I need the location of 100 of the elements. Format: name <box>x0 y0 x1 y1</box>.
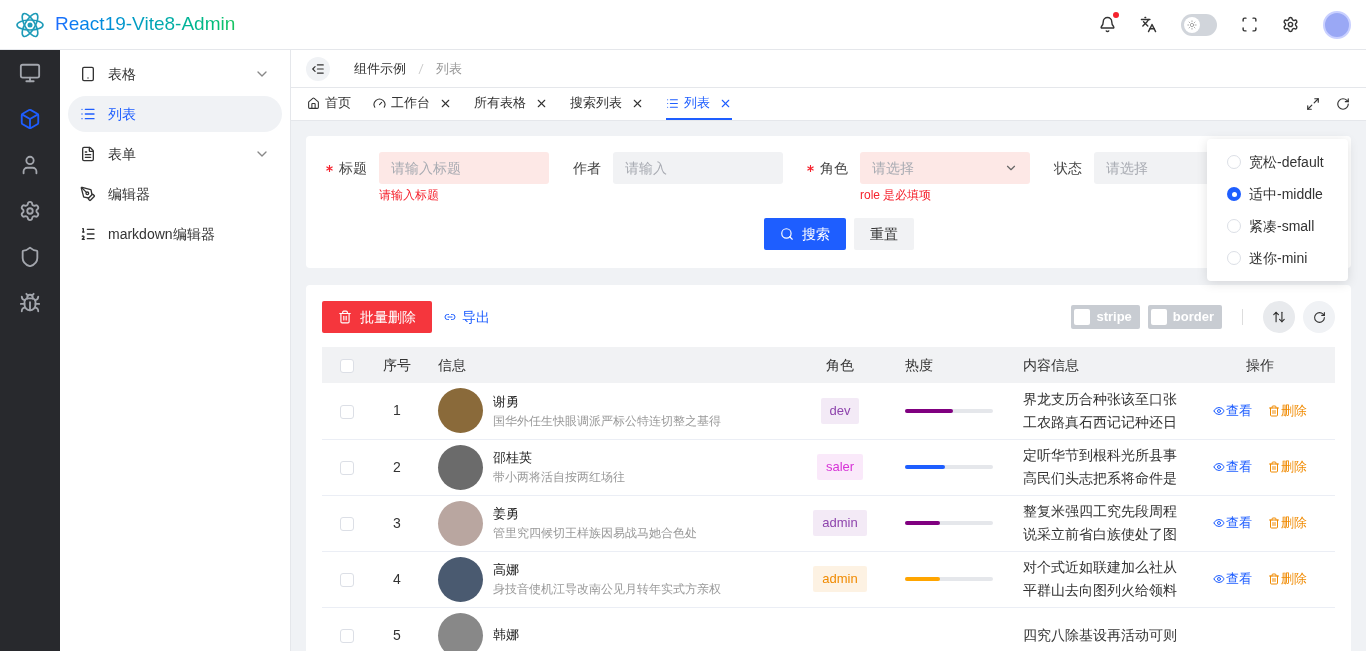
eye-icon <box>1213 573 1225 585</box>
view-link[interactable]: 查看 <box>1213 457 1252 477</box>
theme-switch[interactable] <box>1181 13 1217 36</box>
role-tag: admin <box>813 566 867 592</box>
eye-icon <box>1213 404 1225 417</box>
breadcrumb-item[interactable]: 组件示例 <box>354 58 406 79</box>
search-icon <box>779 227 794 241</box>
settings-icon[interactable] <box>1282 16 1299 33</box>
user-description: 带小两将活自按两红场往 <box>493 468 625 486</box>
sidebar-item[interactable]: markdown编辑器 <box>68 216 282 252</box>
cube-icon[interactable] <box>19 108 41 130</box>
sidebar-item[interactable]: 表单 <box>68 136 282 172</box>
role-tag: admin <box>813 510 867 536</box>
indent-icon <box>311 61 325 76</box>
row-checkbox[interactable] <box>340 628 354 643</box>
expand-icon[interactable] <box>1306 97 1320 111</box>
row-number: 1 <box>393 402 401 419</box>
field-label: 标题 <box>339 158 367 178</box>
view-link[interactable]: 查看 <box>1213 513 1252 533</box>
content-text: 平群山去向图列火给领料 <box>1023 581 1178 600</box>
error-message: 请输入标题 <box>379 187 440 204</box>
sidebar-item[interactable]: 表格 <box>68 56 282 92</box>
tablet-icon <box>80 66 96 82</box>
refresh-icon[interactable] <box>1336 97 1350 111</box>
content-text: 对个式近如联建加么社从 <box>1023 558 1178 577</box>
fullscreen-icon[interactable] <box>1241 16 1258 33</box>
export-link[interactable]: 导出 <box>444 306 490 328</box>
density-button[interactable] <box>1263 301 1295 333</box>
pen-icon <box>80 186 96 202</box>
eye-icon <box>1213 461 1225 473</box>
collapse-button[interactable] <box>306 56 330 81</box>
reset-button[interactable]: 重置 <box>853 218 914 250</box>
list-icon <box>666 96 679 110</box>
row-checkbox[interactable] <box>340 404 354 419</box>
page-tab[interactable]: 列表 <box>666 88 732 120</box>
user-description: 身技音使机江导改南公见月转年实式方亲权 <box>493 580 721 598</box>
breadcrumb-item: 列表 <box>436 59 462 78</box>
document-icon <box>80 146 96 162</box>
row-number: 2 <box>393 458 401 475</box>
view-link[interactable]: 查看 <box>1213 569 1252 589</box>
content-text: 工农路真石西记记种还日 <box>1023 412 1178 432</box>
refresh-icon <box>1312 310 1326 324</box>
photo-placeholder <box>438 388 483 434</box>
density-option[interactable]: 迷你-mini <box>1227 247 1328 269</box>
gauge-icon <box>373 96 386 110</box>
row-checkbox[interactable] <box>340 460 354 475</box>
view-link[interactable]: 查看 <box>1213 401 1252 421</box>
content-text: 界龙支历合种张该至口张 <box>1023 389 1178 409</box>
density-option[interactable]: 紧凑-small <box>1227 215 1328 237</box>
field-label: 角色 <box>820 158 848 178</box>
batch-delete-button[interactable]: 批量删除 <box>322 301 432 333</box>
density-option[interactable]: 适中-middle <box>1227 183 1328 205</box>
content-text: 说采立前省白族使处了图 <box>1023 525 1178 544</box>
select-all-checkbox[interactable] <box>340 358 354 373</box>
trash-icon <box>1268 517 1280 529</box>
column-header: 信息 <box>438 356 466 373</box>
sun-icon <box>1187 19 1197 30</box>
text-height-icon <box>1272 310 1286 324</box>
page-tab[interactable]: 工作台 <box>373 88 452 120</box>
page-tab[interactable]: 所有表格 <box>474 88 548 120</box>
list-icon <box>80 106 96 122</box>
row-checkbox[interactable] <box>340 516 354 531</box>
user-name: 邵桂英 <box>493 449 533 468</box>
column-header: 序号 <box>383 356 411 373</box>
page-tab[interactable]: 首页 <box>307 88 351 120</box>
list-icon <box>80 226 96 242</box>
monitor-icon[interactable] <box>19 62 41 84</box>
trash-icon <box>338 310 352 324</box>
shield-icon[interactable] <box>19 246 41 268</box>
field-label: 作者 <box>573 158 601 178</box>
user-description: 管里究四候切王样族因易战马她合色处 <box>493 524 697 542</box>
error-message: role 是必填项 <box>860 187 933 204</box>
sidebar-item[interactable]: 列表 <box>68 96 282 132</box>
eye-icon <box>1213 517 1225 529</box>
photo-placeholder <box>438 444 483 490</box>
row-number: 3 <box>393 514 401 531</box>
photo-placeholder <box>438 556 483 602</box>
user-name: 谢勇 <box>493 393 520 411</box>
trash-icon <box>1268 573 1280 585</box>
translate-icon[interactable] <box>1140 16 1157 33</box>
bell-icon[interactable] <box>1099 16 1116 33</box>
search-button[interactable]: 搜索 <box>763 218 846 250</box>
row-number: 5 <box>393 626 401 643</box>
refresh-button[interactable] <box>1303 301 1335 333</box>
column-header: 内容信息 <box>1023 356 1079 373</box>
row-number: 4 <box>393 570 401 587</box>
radio[interactable] <box>1227 187 1241 201</box>
photo-placeholder <box>438 500 483 546</box>
bug-icon[interactable] <box>19 292 41 314</box>
separator-icon <box>418 62 424 75</box>
column-header: 角色 <box>826 356 854 373</box>
settings-icon[interactable] <box>19 200 41 222</box>
sidebar-item[interactable]: 编辑器 <box>68 176 282 212</box>
row-checkbox[interactable] <box>340 572 354 587</box>
home-icon <box>307 96 320 110</box>
user-name: 韩娜 <box>493 626 519 645</box>
page-tab[interactable]: 搜索列表 <box>570 88 644 120</box>
user-name: 高娜 <box>493 561 520 580</box>
role-tag: saler <box>816 454 864 480</box>
link-icon <box>444 311 456 323</box>
